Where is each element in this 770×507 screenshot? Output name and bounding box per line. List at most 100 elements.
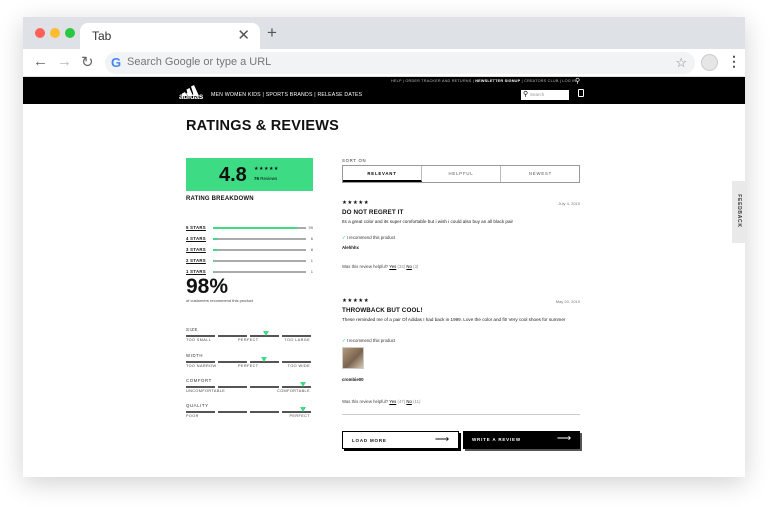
profile-avatar[interactable] [701, 54, 718, 71]
fit-marker-icon [300, 382, 307, 387]
browser-window: Tab ✕ + ← → ↻ G Search Google or type a … [23, 17, 745, 477]
close-window-button[interactable] [35, 28, 45, 38]
breakdown-label[interactable]: 1 STARS [186, 269, 206, 274]
fit-scale-segment [218, 335, 247, 337]
review-body: These reminded me of a pair Of Adidas I … [342, 317, 566, 322]
review-item: ★★★★★ May 20, 2019 THROWBACK BUT COOL! T… [342, 298, 580, 408]
breakdown-bar [213, 259, 306, 262]
divider [342, 414, 580, 415]
breakdown-row[interactable]: 4 STARS 6 [186, 236, 313, 244]
write-review-button[interactable]: WRITE A REVIEW ⟶ [463, 431, 580, 449]
nav-item-sports[interactable]: SPORTS [266, 92, 288, 98]
site-search-input[interactable]: ⚲ Search [521, 90, 569, 100]
shopping-bag-icon[interactable] [578, 89, 584, 97]
breakdown-row[interactable]: 5 STARS 59 [186, 225, 313, 233]
site-header: adidas HELP | ORDER TRACKER AND RETURNS … [23, 77, 745, 104]
fit-scale-segment [282, 335, 311, 337]
fit-marker-icon [263, 331, 270, 336]
arrow-right-icon: ⟶ [556, 433, 572, 444]
fit-left-label: POOR [186, 414, 199, 418]
review-date: May 20, 2019 [555, 299, 580, 304]
fit-scale-segment [186, 386, 215, 388]
maximize-window-button[interactable] [65, 28, 75, 38]
close-icon[interactable]: ✕ [237, 26, 250, 44]
fit-marker-icon [260, 357, 267, 362]
breakdown-row[interactable]: 2 STARS 1 [186, 258, 313, 266]
nav-item-release-dates[interactable]: RELEASE DATES [317, 92, 362, 98]
top-link[interactable]: NEWSLETTER SIGNUP [475, 79, 520, 83]
sort-tabs: RELEVANT HELPFUL NEWEST [342, 165, 580, 183]
sort-label: SORT ON [342, 158, 367, 163]
breakdown-bar-fill [213, 270, 214, 273]
fit-scale-segment [250, 386, 279, 388]
recommend-badge: ✓I recommend this product [342, 235, 396, 240]
sort-newest-tab[interactable]: NEWEST [501, 166, 580, 182]
breakdown-label[interactable]: 3 STARS [186, 247, 206, 252]
review-body: Its a great color and its super comforta… [342, 219, 514, 224]
breakdown-row[interactable]: 3 STARS 8 [186, 247, 313, 255]
fit-scale-segment [282, 411, 311, 413]
star-rating-icon: ★★★★★ [254, 166, 279, 172]
logo-text: adidas [179, 92, 204, 101]
new-tab-icon[interactable]: + [267, 23, 277, 43]
minimize-window-button[interactable] [50, 28, 60, 38]
browser-menu-icon[interactable]: ⋮ [727, 53, 741, 70]
review-stars: ★★★★★ [342, 298, 370, 304]
fit-left-label: TOO NARROW [186, 364, 217, 368]
review-stars: ★★★★★ [342, 200, 370, 206]
breakdown-bar [213, 237, 306, 240]
helpful-no-link[interactable]: No [406, 399, 412, 404]
recommend-percentage: 98% [186, 275, 229, 298]
reload-icon[interactable]: ↻ [81, 53, 94, 71]
fit-title: SIZE [186, 327, 198, 332]
fit-bar [186, 357, 311, 363]
fit-title: QUALITY [186, 403, 209, 408]
helpful-no-link[interactable]: No [406, 264, 412, 269]
main-nav: MEN WOMEN KIDS | SPORTS BRANDS | RELEASE… [211, 92, 363, 98]
fit-scale-segment [218, 386, 247, 388]
breakdown-label[interactable]: 5 STARS [186, 225, 206, 230]
helpful-yes-link[interactable]: Yes [389, 264, 396, 269]
review-photo[interactable] [342, 347, 364, 369]
breakdown-label[interactable]: 4 STARS [186, 236, 206, 241]
fit-right-label: TOO WIDE [287, 364, 310, 368]
fit-scale-segment [282, 361, 311, 363]
helpful-yes-link[interactable]: Yes [389, 399, 396, 404]
fit-bar [186, 382, 311, 388]
browser-tab[interactable]: Tab ✕ [80, 23, 260, 49]
tab-title: Tab [92, 29, 112, 43]
nav-item-women[interactable]: WOMEN [225, 92, 246, 98]
breakdown-bar-fill [213, 237, 217, 240]
fit-left-label: UNCOMFORTABLE [186, 389, 226, 393]
load-more-button[interactable]: LOAD MORE ⟶ [342, 431, 459, 449]
user-icon[interactable]: ⚲ [575, 77, 580, 85]
review-author: crombie00 [342, 377, 364, 382]
review-author: Alehhhx [342, 245, 359, 250]
sort-helpful-tab[interactable]: HELPFUL [422, 166, 501, 182]
forward-arrow-icon[interactable]: → [57, 53, 72, 70]
breakdown-label[interactable]: 2 STARS [186, 258, 206, 263]
bookmark-star-icon[interactable]: ☆ [675, 55, 687, 71]
nav-item-brands[interactable]: BRANDS [290, 92, 313, 98]
breakdown-bar [213, 270, 306, 273]
fit-title: WIDTH [186, 353, 204, 358]
utility-links: HELP | ORDER TRACKER AND RETURNS | NEWSL… [391, 79, 577, 83]
address-bar[interactable]: G Search Google or type a URL ☆ [105, 52, 695, 74]
fit-marker-icon [300, 407, 307, 412]
fit-bar [186, 331, 311, 337]
breakdown-bar [213, 226, 306, 229]
breakdown-count: 1 [310, 269, 313, 274]
breakdown-count: 59 [308, 225, 313, 230]
top-link[interactable]: HELP [391, 79, 402, 83]
check-icon: ✓ [342, 235, 346, 240]
nav-item-men[interactable]: MEN [211, 92, 223, 98]
rating-summary: 4.8 ★★★★★ 76 Reviews [186, 158, 313, 191]
top-link[interactable]: CREATORS CLUB [524, 79, 559, 83]
review-count: 76 Reviews [254, 176, 278, 181]
google-icon: G [111, 55, 122, 70]
sort-relevant-tab[interactable]: RELEVANT [343, 166, 422, 182]
nav-item-kids[interactable]: KIDS [248, 92, 261, 98]
top-link[interactable]: ORDER TRACKER AND RETURNS [405, 79, 471, 83]
feedback-tab[interactable]: FEEDBACK [732, 181, 745, 243]
back-arrow-icon[interactable]: ← [33, 53, 48, 70]
